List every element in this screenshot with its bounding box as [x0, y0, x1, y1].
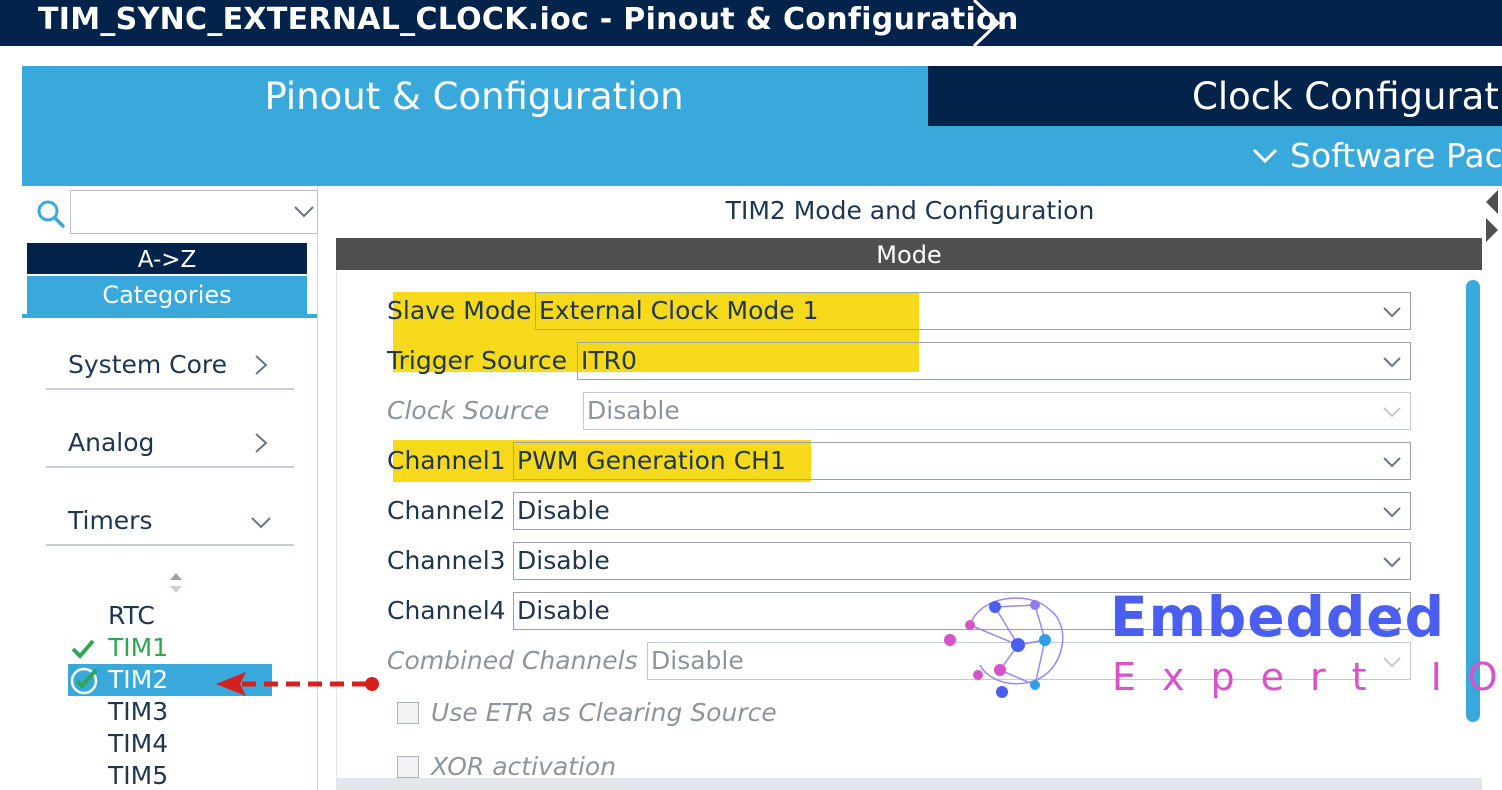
category-analog[interactable]: Analog: [46, 418, 294, 468]
search-icon[interactable]: [36, 199, 66, 229]
xor-activation-label: XOR activation: [431, 752, 617, 781]
trigger-source-select[interactable]: ITR0: [577, 342, 1411, 380]
clock-source-value: Disable: [587, 396, 680, 425]
category-label: Analog: [68, 428, 155, 457]
trigger-source-label: Trigger Source: [387, 346, 568, 375]
slave-mode-select[interactable]: External Clock Mode 1: [535, 292, 1411, 330]
chevron-down-icon[interactable]: [293, 205, 315, 219]
clock-source-label: Clock Source: [387, 396, 550, 425]
trigger-source-value: ITR0: [581, 346, 637, 375]
breadcrumb-chevron-icon: [972, 0, 1001, 46]
channel4-label: Channel4: [387, 596, 506, 625]
channel1-select[interactable]: PWM Generation CH1: [513, 442, 1411, 480]
watermark-subtitle: Expert IO: [1112, 655, 1502, 699]
peripheral-tim5[interactable]: TIM5: [108, 760, 168, 790]
chevron-down-icon: [1383, 357, 1401, 368]
sub-toolbar: Software Pac: [22, 126, 1502, 186]
check-circle-icon: [70, 667, 98, 695]
spacer: [0, 46, 1502, 66]
sort-az-button[interactable]: A->Z: [27, 243, 307, 274]
combined-channels-label: Combined Channels: [387, 646, 638, 675]
peripheral-tim4[interactable]: TIM4: [108, 728, 168, 760]
chevron-down-icon: [1383, 507, 1401, 518]
xor-activation-checkbox[interactable]: [397, 756, 419, 778]
use-etr-clearing-label: Use ETR as Clearing Source: [431, 698, 777, 727]
chevron-down-icon: [251, 517, 271, 529]
channel2-label: Channel2: [387, 496, 506, 525]
brain-network-logo-icon: [944, 597, 1064, 698]
search-input[interactable]: [70, 190, 318, 234]
channel2-value: Disable: [517, 496, 610, 525]
tab-clock-configuration[interactable]: Clock Configurat: [928, 66, 1502, 126]
panel-collapse-arrows-icon[interactable]: [1484, 188, 1500, 244]
window-title: TIM_SYNC_EXTERNAL_CLOCK.ioc - Pinout & C…: [38, 2, 1019, 37]
channel1-value: PWM Generation CH1: [517, 446, 786, 475]
chevron-down-icon: [1383, 307, 1401, 318]
category-system-core[interactable]: System Core: [46, 340, 294, 390]
category-timers[interactable]: Timers: [46, 496, 294, 546]
chevron-down-icon: [1383, 407, 1401, 418]
title-bar: TIM_SYNC_EXTERNAL_CLOCK.ioc - Pinout & C…: [0, 0, 1502, 46]
chevron-down-icon: [1383, 457, 1401, 468]
chevron-right-icon: [255, 355, 268, 375]
category-label: Timers: [68, 506, 153, 535]
peripheral-tim3[interactable]: TIM3: [108, 696, 168, 728]
mode-header[interactable]: Mode: [336, 238, 1482, 270]
peripheral-rtc[interactable]: RTC: [108, 600, 155, 632]
panel-title: TIM2 Mode and Configuration: [725, 196, 1095, 225]
mode-form: Slave Mode External Clock Mode 1 Trigger…: [336, 270, 1466, 790]
slave-mode-value: External Clock Mode 1: [539, 296, 819, 325]
peripheral-tim2[interactable]: TIM2: [108, 664, 168, 696]
channel2-select[interactable]: Disable: [513, 492, 1411, 530]
divider: [22, 314, 317, 318]
channel4-value: Disable: [517, 596, 610, 625]
use-etr-clearing-checkbox[interactable]: [397, 702, 419, 724]
watermark-title: Embedded: [1110, 585, 1445, 649]
combined-channels-value: Disable: [651, 646, 744, 675]
annotation-arrow-icon: [216, 672, 379, 696]
category-label: System Core: [68, 350, 228, 379]
sort-arrows-icon[interactable]: [168, 572, 184, 594]
tab-pinout-configuration[interactable]: Pinout & Configuration: [22, 66, 926, 126]
horizontal-scrollbar[interactable]: [336, 778, 1482, 790]
chevron-down-icon: [1252, 148, 1278, 163]
channel3-select[interactable]: Disable: [513, 542, 1411, 580]
channel1-label: Channel1: [387, 446, 506, 475]
chevron-down-icon: [1383, 557, 1401, 568]
channel3-label: Channel3: [387, 546, 506, 575]
software-packs-label: Software Pac: [1290, 136, 1502, 175]
peripheral-tim1[interactable]: TIM1: [108, 632, 168, 664]
spacer: [0, 46, 22, 790]
slave-mode-label: Slave Mode: [387, 296, 532, 325]
scrollbar-track: [1482, 186, 1502, 790]
clock-source-select: Disable: [583, 392, 1411, 430]
chevron-right-icon: [255, 433, 268, 453]
software-packs-menu[interactable]: Software Pac: [1252, 136, 1502, 175]
categories-button[interactable]: Categories: [27, 276, 307, 314]
embedded-expert-io-watermark: Embedded Expert IO: [940, 585, 1498, 700]
main-tabs: Pinout & Configuration Clock Configurat: [22, 66, 1502, 126]
checkmark-icon: [71, 639, 95, 659]
channel3-value: Disable: [517, 546, 610, 575]
